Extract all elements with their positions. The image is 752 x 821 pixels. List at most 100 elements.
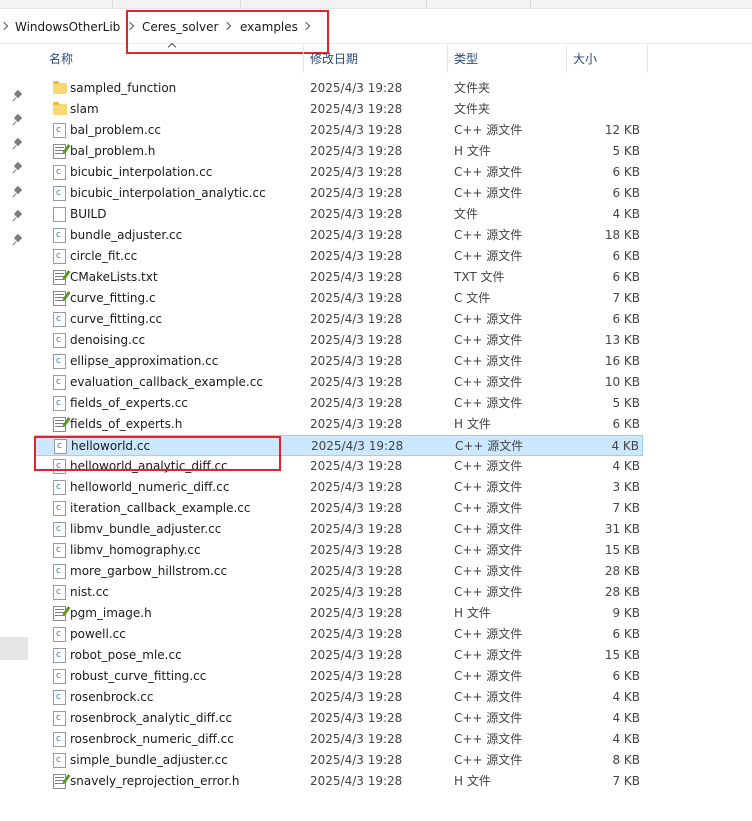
file-date: 2025/4/3 19:28 xyxy=(310,543,403,557)
file-size: 6 KB xyxy=(612,270,640,284)
file-name: fields_of_experts.cc xyxy=(70,396,188,410)
cpp-file-icon xyxy=(53,732,66,747)
toolbar-divider xyxy=(112,0,113,8)
file-type: C++ 源文件 xyxy=(454,627,523,641)
file-type: C++ 源文件 xyxy=(454,312,523,326)
column-header-size[interactable]: 大小 xyxy=(573,45,597,73)
file-name: bal_problem.h xyxy=(70,144,156,158)
file-size: 6 KB xyxy=(612,312,640,326)
file-row[interactable]: curve_fitting.c 2025/4/3 19:28 C 文件 7 KB xyxy=(47,288,643,309)
file-row[interactable]: ellipse_approximation.cc 2025/4/3 19:28 C+… xyxy=(47,351,643,372)
file-name: pgm_image.h xyxy=(70,606,152,620)
file-name: rosenbrock_numeric_diff.cc xyxy=(70,732,234,746)
column-header-type[interactable]: 类型 xyxy=(454,45,478,73)
file-row[interactable]: rosenbrock_analytic_diff.cc 2025/4/3 19:2… xyxy=(47,708,643,729)
file-type: H 文件 xyxy=(454,774,491,788)
file-row[interactable]: iteration_callback_example.cc 2025/4/3 19… xyxy=(47,498,643,519)
toolbar-divider xyxy=(426,0,427,8)
file-date: 2025/4/3 19:28 xyxy=(310,522,403,536)
nav-pane-selection[interactable] xyxy=(0,637,28,660)
file-row[interactable]: fields_of_experts.h 2025/4/3 19:28 H 文件 6 K… xyxy=(47,414,643,435)
file-date: 2025/4/3 19:28 xyxy=(310,480,403,494)
file-size: 6 KB xyxy=(612,186,640,200)
toolbar-divider xyxy=(240,0,241,8)
file-row[interactable]: denoising.cc 2025/4/3 19:28 C++ 源文件 13 KB xyxy=(47,330,643,351)
file-size: 4 KB xyxy=(612,732,640,746)
file-type: C++ 源文件 xyxy=(454,690,523,704)
file-date: 2025/4/3 19:28 xyxy=(310,669,403,683)
file-row[interactable]: CMakeLists.txt 2025/4/3 19:28 TXT 文件 6 KB xyxy=(47,267,643,288)
header-file-icon xyxy=(53,417,66,432)
file-type: C++ 源文件 xyxy=(454,186,523,200)
file-name: ellipse_approximation.cc xyxy=(70,354,219,368)
cpp-file-icon xyxy=(53,354,66,369)
file-type: H 文件 xyxy=(454,606,491,620)
file-size: 15 KB xyxy=(604,543,640,557)
file-row[interactable]: evaluation_callback_example.cc 2025/4/3 1… xyxy=(47,372,643,393)
file-name: slam xyxy=(70,102,99,116)
file-row[interactable]: more_garbow_hillstrom.cc 2025/4/3 19:28 C+… xyxy=(47,561,643,582)
file-type: C++ 源文件 xyxy=(454,585,523,599)
file-row[interactable]: pgm_image.h 2025/4/3 19:28 H 文件 9 KB xyxy=(47,603,643,624)
file-row[interactable]: robust_curve_fitting.cc 2025/4/3 19:28 C++… xyxy=(47,666,643,687)
file-row[interactable]: simple_bundle_adjuster.cc 2025/4/3 19:28 C… xyxy=(47,750,643,771)
file-name: denoising.cc xyxy=(70,333,146,347)
file-date: 2025/4/3 19:28 xyxy=(310,249,403,263)
file-type: 文件 xyxy=(454,207,479,221)
breadcrumb-item-windowsotherlib[interactable]: WindowsOtherLib xyxy=(15,18,120,36)
file-size: 6 KB xyxy=(612,165,640,179)
file-row[interactable]: sampled_function 2025/4/3 19:28 文件夹 xyxy=(47,78,643,99)
file-name: CMakeLists.txt xyxy=(70,270,158,284)
file-date: 2025/4/3 19:28 xyxy=(310,186,403,200)
file-row[interactable]: slam 2025/4/3 19:28 文件夹 xyxy=(47,99,643,120)
cpp-file-icon xyxy=(53,543,66,558)
file-row[interactable]: snavely_reprojection_error.h 2025/4/3 19:… xyxy=(47,771,643,792)
column-divider[interactable] xyxy=(447,45,448,73)
file-row[interactable]: bal_problem.cc 2025/4/3 19:28 C++ 源文件 12 KB xyxy=(47,120,643,141)
file-type: H 文件 xyxy=(454,417,491,431)
file-size: 28 KB xyxy=(604,585,640,599)
file-row[interactable]: circle_fit.cc 2025/4/3 19:28 C++ 源文件 6 KB xyxy=(47,246,643,267)
file-row[interactable]: bundle_adjuster.cc 2025/4/3 19:28 C++ 源文件 1… xyxy=(47,225,643,246)
column-header-date[interactable]: 修改日期 xyxy=(310,45,358,73)
file-size: 9 KB xyxy=(612,606,640,620)
column-divider[interactable] xyxy=(303,45,304,73)
column-divider[interactable] xyxy=(647,45,648,73)
file-size: 4 KB xyxy=(612,207,640,221)
file-row[interactable]: nist.cc 2025/4/3 19:28 C++ 源文件 28 KB xyxy=(47,582,643,603)
column-divider[interactable] xyxy=(566,45,567,73)
file-row[interactable]: robot_pose_mle.cc 2025/4/3 19:28 C++ 源文件 15… xyxy=(47,645,643,666)
text-file-icon xyxy=(53,291,66,306)
file-row[interactable]: helloworld_numeric_diff.cc 2025/4/3 19:28… xyxy=(47,477,643,498)
file-row[interactable]: curve_fitting.cc 2025/4/3 19:28 C++ 源文件 6 K… xyxy=(47,309,643,330)
column-header-name[interactable]: 名称 xyxy=(49,45,73,73)
file-size: 4 KB xyxy=(611,439,639,453)
pin-icon xyxy=(13,163,23,175)
file-name: evaluation_callback_example.cc xyxy=(70,375,263,389)
file-row[interactable]: libmv_homography.cc 2025/4/3 19:28 C++ 源文件… xyxy=(47,540,643,561)
file-row[interactable]: libmv_bundle_adjuster.cc 2025/4/3 19:28 C+… xyxy=(47,519,643,540)
file-size: 16 KB xyxy=(604,354,640,368)
file-row[interactable]: rosenbrock_numeric_diff.cc 2025/4/3 19:28… xyxy=(47,729,643,750)
file-date: 2025/4/3 19:28 xyxy=(310,564,403,578)
file-date: 2025/4/3 19:28 xyxy=(310,459,403,473)
toolbar-divider xyxy=(530,0,531,8)
file-row[interactable]: bal_problem.h 2025/4/3 19:28 H 文件 5 KB xyxy=(47,141,643,162)
file-row[interactable]: bicubic_interpolation.cc 2025/4/3 19:28 C+… xyxy=(47,162,643,183)
file-row[interactable]: rosenbrock.cc 2025/4/3 19:28 C++ 源文件 4 KB xyxy=(47,687,643,708)
file-row[interactable]: fields_of_experts.cc 2025/4/3 19:28 C++ 源文… xyxy=(47,393,643,414)
file-size: 5 KB xyxy=(612,144,640,158)
chevron-right-icon[interactable] xyxy=(0,21,9,31)
file-date: 2025/4/3 19:28 xyxy=(310,354,403,368)
file-type: C++ 源文件 xyxy=(454,228,523,242)
annotation-box-selected-file xyxy=(34,436,281,471)
cpp-file-icon xyxy=(53,186,66,201)
file-type: C++ 源文件 xyxy=(454,396,523,410)
file-date: 2025/4/3 19:28 xyxy=(310,165,403,179)
file-row[interactable]: bicubic_interpolation_analytic.cc 2025/4/… xyxy=(47,183,643,204)
file-row[interactable]: BUILD 2025/4/3 19:28 文件 4 KB xyxy=(47,204,643,225)
file-row[interactable]: powell.cc 2025/4/3 19:28 C++ 源文件 6 KB xyxy=(47,624,643,645)
file-size: 4 KB xyxy=(612,690,640,704)
folder-icon xyxy=(53,81,67,94)
file-type: C++ 源文件 xyxy=(454,564,523,578)
